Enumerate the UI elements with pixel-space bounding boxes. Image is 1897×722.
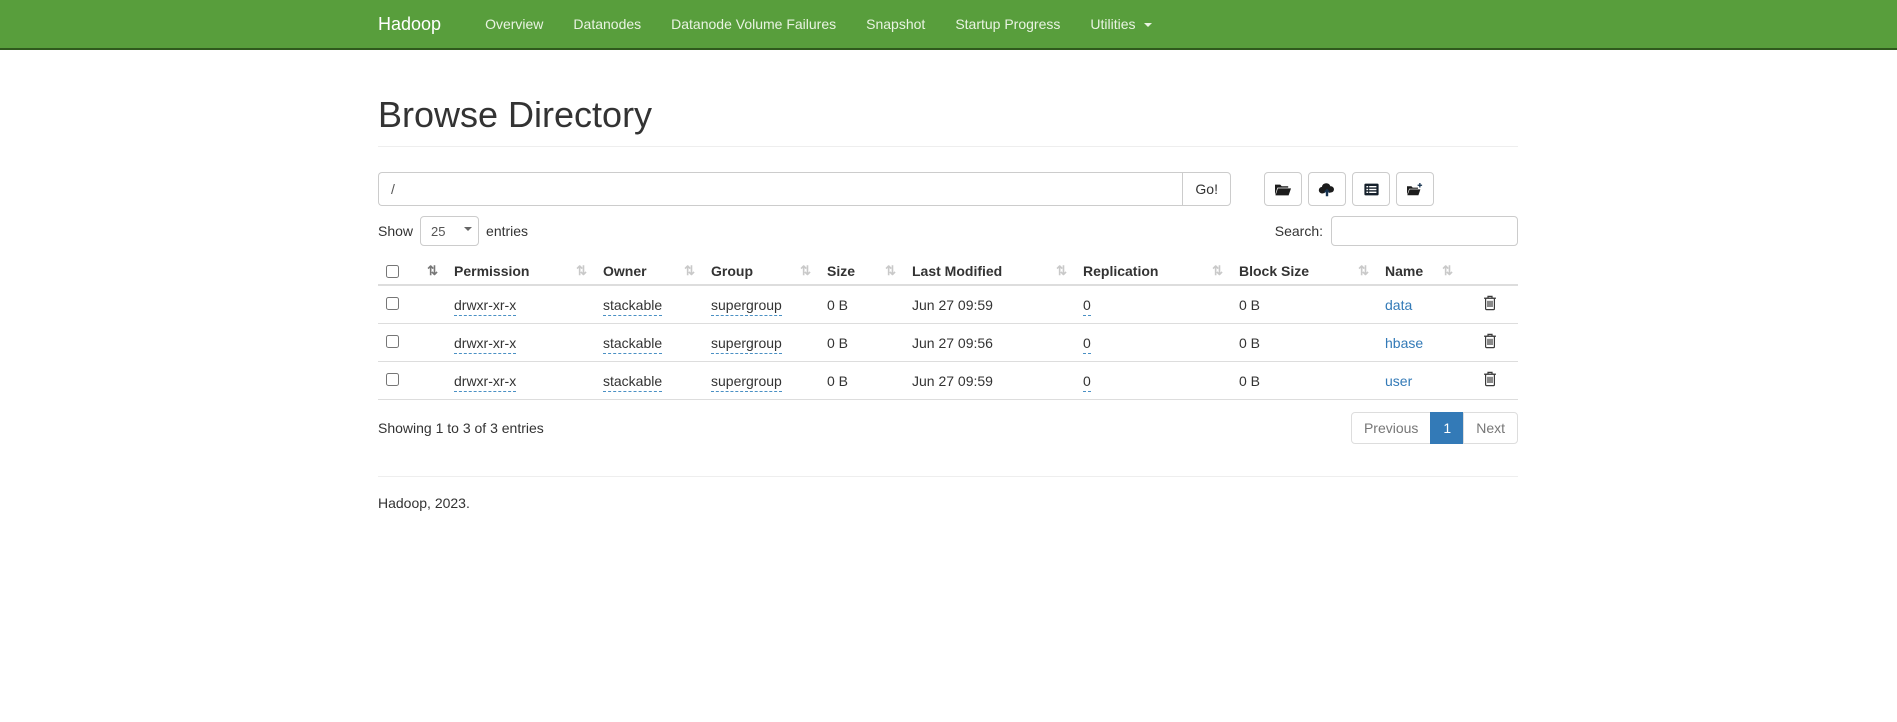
- upload-files-button[interactable]: [1308, 172, 1346, 206]
- block-size-cell: 0 B: [1239, 335, 1260, 351]
- replication-cell[interactable]: 0: [1083, 373, 1091, 392]
- pagination-next-button[interactable]: Next: [1463, 412, 1518, 444]
- owner-cell[interactable]: stackable: [603, 335, 662, 354]
- permission-cell[interactable]: drwxr-xr-x: [454, 373, 516, 392]
- replication-cell[interactable]: 0: [1083, 297, 1091, 316]
- pagination: Previous 1 Next: [1351, 412, 1518, 444]
- sort-icon[interactable]: ⇅: [885, 263, 896, 279]
- cloud-upload-icon: [1318, 182, 1336, 197]
- table-row: drwxr-xr-x stackable supergroup 0 B Jun 27 0…: [378, 324, 1518, 362]
- row-checkbox[interactable]: [386, 297, 399, 310]
- trash-icon: [1483, 375, 1497, 390]
- permission-cell[interactable]: drwxr-xr-x: [454, 297, 516, 316]
- directory-toolbar: [1264, 172, 1434, 206]
- nav-item-datanodes[interactable]: Datanodes: [558, 0, 656, 48]
- navbar-menu: Overview Datanodes Datanode Volume Failu…: [470, 0, 1167, 48]
- page-header: Browse Directory: [378, 94, 1518, 147]
- owner-cell[interactable]: stackable: [603, 373, 662, 392]
- entries-label: entries: [486, 223, 528, 239]
- directory-path-group: Go!: [378, 172, 1231, 206]
- nav-item-datanode-volume-failures[interactable]: Datanode Volume Failures: [656, 0, 851, 48]
- table-row: drwxr-xr-x stackable supergroup 0 B Jun 27 0…: [378, 362, 1518, 400]
- move-to-trash-toggle-button[interactable]: [1396, 172, 1434, 206]
- top-navbar: Hadoop Overview Datanodes Datanode Volum…: [0, 0, 1897, 50]
- delete-button[interactable]: [1483, 333, 1497, 352]
- last-modified-cell: Jun 27 09:56: [912, 335, 993, 351]
- search-label: Search:: [1275, 223, 1323, 239]
- select-all-checkbox[interactable]: [386, 265, 399, 278]
- column-header-block-size[interactable]: Block Size: [1239, 263, 1309, 279]
- size-cell: 0 B: [827, 373, 848, 389]
- column-header-name[interactable]: Name: [1385, 263, 1423, 279]
- group-cell[interactable]: supergroup: [711, 297, 782, 316]
- trash-icon: [1483, 299, 1497, 314]
- sort-icon[interactable]: ⇅: [1358, 263, 1369, 279]
- row-checkbox[interactable]: [386, 373, 399, 386]
- group-cell[interactable]: supergroup: [711, 335, 782, 354]
- column-header-permission[interactable]: Permission: [454, 263, 529, 279]
- footer-divider: [378, 476, 1518, 477]
- page-size-select[interactable]: 25: [420, 216, 479, 246]
- pagination-previous-button[interactable]: Previous: [1351, 412, 1431, 444]
- sort-icon[interactable]: ⇅: [1442, 263, 1453, 279]
- file-browser-table: ⇅ Permission ⇅ Owner ⇅ Group ⇅ Size ⇅ Last M…: [378, 258, 1518, 400]
- block-size-cell: 0 B: [1239, 373, 1260, 389]
- directory-name-link[interactable]: data: [1385, 297, 1412, 313]
- delete-button[interactable]: [1483, 295, 1497, 314]
- sort-icon[interactable]: ⇅: [684, 263, 695, 279]
- folder-open-icon: [1274, 182, 1292, 197]
- column-header-size[interactable]: Size: [827, 263, 855, 279]
- sort-icon[interactable]: ⇅: [427, 263, 438, 279]
- column-header-last-modified[interactable]: Last Modified: [912, 263, 1002, 279]
- last-modified-cell: Jun 27 09:59: [912, 373, 993, 389]
- size-cell: 0 B: [827, 335, 848, 351]
- size-cell: 0 B: [827, 297, 848, 313]
- brand-hadoop[interactable]: Hadoop: [378, 0, 456, 48]
- column-header-owner[interactable]: Owner: [603, 263, 647, 279]
- nav-item-overview[interactable]: Overview: [470, 0, 558, 48]
- caret-down-icon: [1144, 23, 1152, 27]
- nav-item-snapshot[interactable]: Snapshot: [851, 0, 940, 48]
- table-info-text: Showing 1 to 3 of 3 entries: [378, 420, 544, 436]
- replication-cell[interactable]: 0: [1083, 335, 1091, 354]
- sort-icon[interactable]: ⇅: [800, 263, 811, 279]
- directory-name-link[interactable]: hbase: [1385, 335, 1423, 351]
- table-header-row: ⇅ Permission ⇅ Owner ⇅ Group ⇅ Size ⇅ Last M…: [378, 258, 1518, 285]
- page-length-control: Show 25 entries: [378, 216, 528, 246]
- show-label: Show: [378, 223, 413, 239]
- directory-path-input[interactable]: [378, 172, 1182, 206]
- directory-name-link[interactable]: user: [1385, 373, 1412, 389]
- permission-cell[interactable]: drwxr-xr-x: [454, 335, 516, 354]
- owner-cell[interactable]: stackable: [603, 297, 662, 316]
- list-alt-icon: [1363, 182, 1380, 197]
- table-row: drwxr-xr-x stackable supergroup 0 B Jun 27 0…: [378, 285, 1518, 324]
- nav-item-startup-progress[interactable]: Startup Progress: [940, 0, 1075, 48]
- footer-text: Hadoop, 2023.: [378, 495, 1518, 511]
- create-directory-button[interactable]: [1264, 172, 1302, 206]
- nav-item-utilities-dropdown[interactable]: Utilities: [1075, 0, 1167, 48]
- delete-button[interactable]: [1483, 371, 1497, 390]
- folder-plus-icon: [1406, 182, 1424, 197]
- column-header-replication[interactable]: Replication: [1083, 263, 1158, 279]
- row-checkbox[interactable]: [386, 335, 399, 348]
- block-size-cell: 0 B: [1239, 297, 1260, 313]
- sort-icon[interactable]: ⇅: [1212, 263, 1223, 279]
- last-modified-cell: Jun 27 09:59: [912, 297, 993, 313]
- cut-paste-button[interactable]: [1352, 172, 1390, 206]
- group-cell[interactable]: supergroup: [711, 373, 782, 392]
- page-title: Browse Directory: [378, 94, 1518, 136]
- sort-icon[interactable]: ⇅: [576, 263, 587, 279]
- trash-icon: [1483, 337, 1497, 352]
- table-search-input[interactable]: [1331, 216, 1518, 246]
- sort-icon[interactable]: ⇅: [1056, 263, 1067, 279]
- column-header-group[interactable]: Group: [711, 263, 753, 279]
- table-search-control: Search:: [1275, 216, 1518, 246]
- pagination-page-1-button[interactable]: 1: [1430, 412, 1464, 444]
- nav-item-utilities-label: Utilities: [1090, 16, 1135, 32]
- go-button[interactable]: Go!: [1182, 172, 1231, 206]
